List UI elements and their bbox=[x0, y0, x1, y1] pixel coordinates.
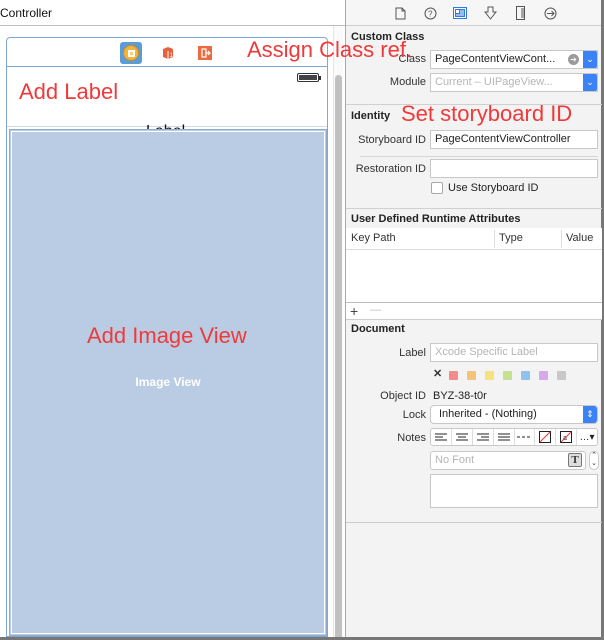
lock-label: Lock bbox=[402, 409, 426, 421]
runtime-attributes-footer: + — bbox=[346, 303, 602, 320]
runtime-attributes-header: Key Path Type Value bbox=[346, 228, 602, 250]
align-center-button[interactable] bbox=[452, 429, 473, 445]
runtime-attributes-title: User Defined Runtime Attributes bbox=[351, 213, 521, 225]
battery-icon bbox=[297, 73, 321, 82]
font-size-stepper[interactable]: ⌃ ⌄ bbox=[589, 451, 599, 470]
go-to-class-icon[interactable]: ➜ bbox=[568, 54, 579, 65]
annotation-set-storyboard-id: Set storyboard ID bbox=[401, 101, 573, 126]
more-options-button[interactable]: …▾ bbox=[577, 429, 597, 445]
object-id-label: Object ID bbox=[380, 390, 426, 402]
class-field[interactable]: PageContentViewCont... ➜ ⌄ bbox=[430, 50, 598, 69]
lock-value: Inherited - (Nothing) bbox=[439, 408, 537, 420]
object-id-value: BYZ-38-t0r bbox=[433, 390, 487, 402]
label-color-yellow[interactable] bbox=[485, 371, 494, 380]
column-key-path[interactable]: Key Path bbox=[351, 232, 396, 244]
canvas-scrollbar-thumb[interactable] bbox=[335, 75, 342, 637]
label-color-green[interactable] bbox=[503, 371, 512, 380]
notes-format-toolbar: a …▾ bbox=[430, 428, 598, 446]
notes-text-area[interactable] bbox=[430, 474, 598, 508]
text-color-button[interactable] bbox=[535, 429, 557, 445]
document-label-field[interactable]: Xcode Specific Label bbox=[430, 343, 598, 362]
font-picker-icon[interactable]: T bbox=[568, 453, 582, 467]
column-separator bbox=[561, 230, 562, 248]
font-placeholder: No Font bbox=[435, 454, 475, 466]
column-type[interactable]: Type bbox=[499, 232, 523, 244]
inspector-tabs: ? bbox=[346, 0, 601, 26]
exit-icon[interactable] bbox=[194, 42, 216, 64]
size-inspector-tab[interactable] bbox=[512, 5, 528, 21]
first-responder-icon[interactable]: 1 bbox=[157, 42, 179, 64]
annotation-assign-class: Assign Class ref. bbox=[247, 37, 413, 62]
canvas-title: Controller bbox=[0, 0, 345, 26]
background-color-button[interactable]: a bbox=[556, 429, 578, 445]
divider bbox=[360, 156, 598, 157]
natural-alignment-button[interactable] bbox=[515, 429, 536, 445]
restoration-id-field[interactable] bbox=[430, 159, 598, 178]
xcode-window: Controller 1 Label Image View Assign bbox=[0, 0, 602, 637]
remove-attribute-button[interactable]: — bbox=[370, 304, 381, 316]
align-right-button[interactable] bbox=[473, 429, 494, 445]
view-controller-icon[interactable] bbox=[120, 42, 142, 64]
label-color-gray[interactable] bbox=[557, 371, 566, 380]
class-value: PageContentViewCont... bbox=[435, 53, 556, 65]
module-field[interactable]: Current – UIPageView... ⌄ bbox=[430, 73, 598, 92]
notes-label: Notes bbox=[397, 432, 426, 444]
connections-inspector-tab[interactable] bbox=[542, 5, 558, 21]
use-storyboard-id-checkbox[interactable] bbox=[431, 182, 443, 194]
align-left-button[interactable] bbox=[431, 429, 452, 445]
image-view[interactable]: Image View bbox=[9, 129, 327, 636]
svg-text:?: ? bbox=[428, 9, 433, 18]
label-color-red[interactable] bbox=[449, 371, 458, 380]
identity-inspector-tab[interactable] bbox=[452, 5, 468, 21]
font-field[interactable]: No Font T bbox=[430, 451, 586, 470]
module-placeholder: Current – UIPageView... bbox=[435, 76, 553, 88]
storyboard-id-field[interactable]: PageContentViewController bbox=[430, 130, 598, 149]
lock-popup[interactable]: Inherited - (Nothing) ⇕ bbox=[430, 405, 598, 424]
identity-title: Identity bbox=[351, 110, 391, 122]
class-dropdown-button[interactable]: ⌄ bbox=[583, 51, 597, 68]
use-storyboard-id-label: Use Storyboard ID bbox=[448, 182, 539, 194]
module-label: Module bbox=[389, 76, 426, 88]
lock-popup-arrows[interactable]: ⇕ bbox=[583, 406, 597, 423]
label-color-orange[interactable] bbox=[467, 371, 476, 380]
label-color-purple[interactable] bbox=[539, 371, 548, 380]
runtime-attributes-table[interactable] bbox=[346, 250, 602, 303]
add-attribute-button[interactable]: + bbox=[350, 303, 358, 319]
annotation-add-image-view: Add Image View bbox=[87, 323, 247, 348]
label-color-blue[interactable] bbox=[521, 371, 530, 380]
column-separator bbox=[494, 230, 495, 248]
section-divider bbox=[346, 522, 602, 523]
attributes-inspector-tab[interactable] bbox=[482, 5, 498, 21]
inspector-panel: ? Custom Class Class PageContentViewCont… bbox=[345, 0, 602, 637]
file-inspector-tab[interactable] bbox=[392, 5, 408, 21]
restoration-id-label: Restoration ID bbox=[355, 163, 426, 175]
image-view-label: Image View bbox=[135, 375, 201, 389]
quick-help-tab[interactable]: ? bbox=[422, 5, 438, 21]
document-label-label: Label bbox=[399, 347, 426, 359]
column-value[interactable]: Value bbox=[566, 232, 593, 244]
justify-button[interactable] bbox=[494, 429, 515, 445]
module-dropdown-button[interactable]: ⌄ bbox=[583, 74, 597, 91]
storyboard-id-label: Storyboard ID bbox=[358, 134, 426, 146]
document-title: Document bbox=[351, 323, 405, 335]
annotation-add-label: Add Label bbox=[19, 79, 119, 104]
clear-label-color-button[interactable]: ✕ bbox=[433, 367, 442, 380]
